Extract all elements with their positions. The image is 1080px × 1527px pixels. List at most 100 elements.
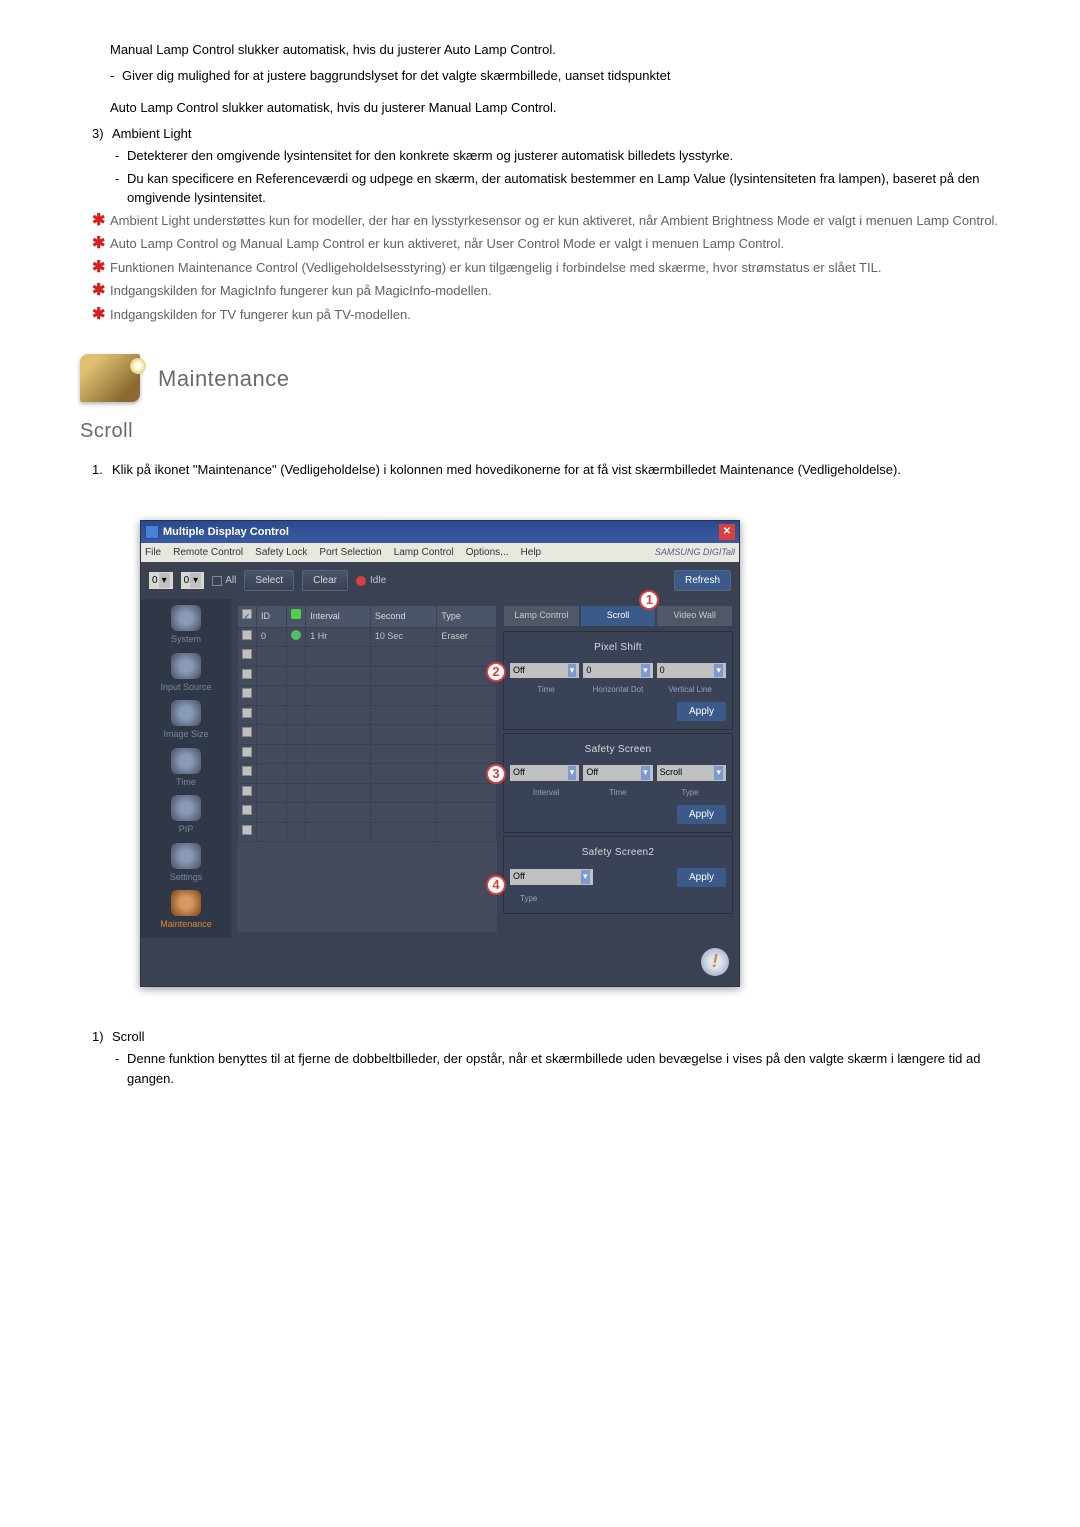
menu-file[interactable]: File: [145, 545, 161, 560]
label-interval: Interval: [510, 787, 582, 799]
dash: -: [115, 146, 127, 166]
spin-1[interactable]: 0 ▾: [149, 572, 173, 589]
sidebar-label: PIP: [145, 823, 227, 837]
row-checkbox[interactable]: [242, 708, 252, 718]
status-col-icon: [291, 609, 301, 619]
label-time: Time: [510, 684, 582, 696]
close-icon[interactable]: ✕: [719, 524, 735, 540]
sidebar-item-input[interactable]: Input Source: [145, 651, 227, 697]
item-3: 3) Ambient Light: [92, 124, 1000, 144]
all-label: All: [225, 573, 236, 588]
row-checkbox[interactable]: [242, 649, 252, 659]
apply-button[interactable]: Apply: [677, 702, 726, 721]
chevron-down-icon[interactable]: ▾: [190, 573, 201, 588]
table-row[interactable]: [238, 705, 497, 725]
pixel-vline-select[interactable]: 0▾: [657, 663, 726, 679]
apply-button[interactable]: Apply: [677, 805, 726, 824]
pixel-time-select[interactable]: Off▾: [510, 663, 579, 679]
maintenance-icon: [80, 354, 140, 402]
sidebar-label: System: [145, 633, 227, 647]
tabs: Lamp Control Scroll 1 Video Wall: [503, 605, 733, 627]
cell-interval: 1 Hr: [306, 627, 371, 647]
table-row[interactable]: [238, 822, 497, 842]
chevron-down-icon: ▾: [714, 766, 723, 780]
safety-type-select[interactable]: Scroll▾: [657, 765, 726, 781]
menu-port[interactable]: Port Selection: [319, 545, 381, 560]
table-row[interactable]: [238, 647, 497, 667]
row-checkbox[interactable]: [242, 805, 252, 815]
pip-icon: [171, 795, 201, 821]
table-row[interactable]: [238, 764, 497, 784]
tab-scroll[interactable]: Scroll 1: [580, 605, 657, 627]
dash: -: [110, 66, 122, 86]
row-checkbox[interactable]: [242, 688, 252, 698]
panel-title: Pixel Shift: [510, 640, 726, 655]
chevron-down-icon: ▾: [568, 664, 577, 678]
titlebar: Multiple Display Control ✕: [141, 521, 739, 544]
tab-video-wall[interactable]: Video Wall: [656, 605, 733, 627]
row-checkbox[interactable]: [242, 630, 252, 640]
panel-pixel-shift: 2 Pixel Shift Off▾ 0▾ 0▾ Time Horizontal…: [503, 631, 733, 731]
row-checkbox[interactable]: [242, 727, 252, 737]
chevron-down-icon: ▾: [641, 664, 650, 678]
table-row[interactable]: [238, 725, 497, 745]
note-text: Auto Lamp Control og Manual Lamp Control…: [110, 234, 784, 254]
sidebar-item-settings[interactable]: Settings: [145, 841, 227, 887]
pixel-hdot-select[interactable]: 0▾: [583, 663, 652, 679]
row-checkbox[interactable]: [242, 825, 252, 835]
system-icon: [171, 605, 201, 631]
table-row[interactable]: [238, 744, 497, 764]
refresh-button[interactable]: Refresh: [674, 570, 731, 591]
table-row[interactable]: [238, 803, 497, 823]
header-checkbox[interactable]: [242, 609, 252, 619]
section-heading: Maintenance: [80, 354, 1000, 402]
safety-interval-select[interactable]: Off▾: [510, 765, 579, 781]
label-time: Time: [582, 787, 654, 799]
mdc-screenshot: Multiple Display Control ✕ File Remote C…: [140, 520, 1000, 987]
table-row[interactable]: [238, 666, 497, 686]
menu-safety[interactable]: Safety Lock: [255, 545, 307, 560]
panel-title: Safety Screen: [510, 742, 726, 757]
row-checkbox[interactable]: [242, 747, 252, 757]
star-icon: ✱: [92, 305, 110, 325]
sidebar-item-maintenance[interactable]: Maintenance: [145, 888, 227, 934]
row-checkbox[interactable]: [242, 766, 252, 776]
callout-2: 2: [486, 662, 506, 682]
table-row[interactable]: [238, 686, 497, 706]
status-dot-icon: [356, 576, 366, 586]
time-icon: [171, 748, 201, 774]
table-row[interactable]: 0 1 Hr 10 Sec Eraser: [238, 627, 497, 647]
spin-2[interactable]: 0 ▾: [181, 572, 205, 589]
all-checkbox[interactable]: All: [212, 573, 236, 588]
clear-button[interactable]: Clear: [302, 570, 348, 591]
menubar: File Remote Control Safety Lock Port Sel…: [141, 543, 739, 562]
apply-button[interactable]: Apply: [677, 868, 726, 887]
menu-help[interactable]: Help: [521, 545, 542, 560]
table-row[interactable]: [238, 783, 497, 803]
safety2-type-select[interactable]: Off▾: [510, 869, 593, 885]
note-text: Funktionen Maintenance Control (Vedligeh…: [110, 258, 881, 278]
menu-options[interactable]: Options...: [466, 545, 509, 560]
tab-lamp-control[interactable]: Lamp Control: [503, 605, 580, 627]
col-second: Second: [370, 606, 436, 628]
star-icon: ✱: [92, 281, 110, 301]
intro-manual-lamp: Manual Lamp Control slukker automatisk, …: [110, 40, 1000, 60]
panel-safety-screen: 3 Safety Screen Off▾ Off▾ Scroll▾ Interv…: [503, 733, 733, 833]
sidebar-item-system[interactable]: System: [145, 603, 227, 649]
menu-lamp[interactable]: Lamp Control: [394, 545, 454, 560]
chevron-down-icon[interactable]: ▾: [159, 573, 170, 588]
note-2: ✱ Auto Lamp Control og Manual Lamp Contr…: [92, 234, 1000, 254]
menu-remote[interactable]: Remote Control: [173, 545, 243, 560]
mdc-body: System Input Source Image Size Time PIP: [141, 599, 739, 938]
sidebar-item-image[interactable]: Image Size: [145, 698, 227, 744]
note-3: ✱ Funktionen Maintenance Control (Vedlig…: [92, 258, 1000, 278]
row-checkbox[interactable]: [242, 669, 252, 679]
safety-time-select[interactable]: Off▾: [583, 765, 652, 781]
info-icon[interactable]: !: [701, 948, 729, 976]
sidebar-item-time[interactable]: Time: [145, 746, 227, 792]
sidebar-item-pip[interactable]: PIP: [145, 793, 227, 839]
item-3-sub1: - Detekterer den omgivende lysintensitet…: [115, 146, 1000, 166]
row-checkbox[interactable]: [242, 786, 252, 796]
sub-text: Detekterer den omgivende lysintensitet f…: [127, 146, 733, 166]
select-button[interactable]: Select: [244, 570, 294, 591]
